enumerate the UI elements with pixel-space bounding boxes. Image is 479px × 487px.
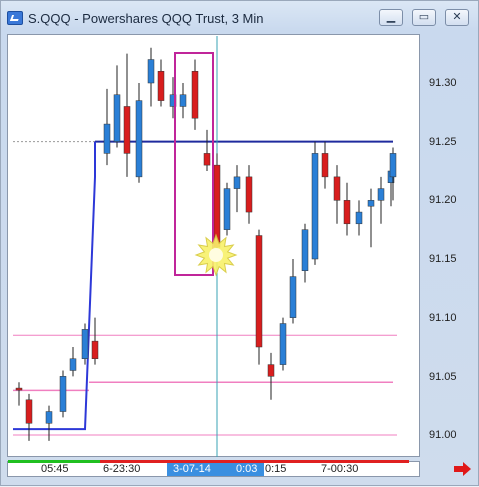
candle-body (355, 211, 363, 225)
trend-line (13, 141, 96, 431)
candle-body (223, 188, 231, 230)
candle-body (203, 153, 211, 166)
candle-body (135, 100, 143, 178)
chart-graphics (8, 36, 409, 463)
candle-body (191, 71, 199, 119)
candle-body (213, 164, 221, 248)
session-marker (100, 460, 409, 463)
candle-body (279, 323, 287, 365)
candle-body (311, 153, 319, 260)
session-marker (8, 460, 100, 463)
candle-body (81, 329, 89, 359)
candle-body (289, 276, 297, 318)
candle-body (255, 235, 263, 348)
candle-body (59, 376, 67, 412)
candle-body (267, 364, 275, 377)
candle-body (367, 200, 375, 207)
candle-body (123, 106, 131, 154)
candle-body (233, 176, 241, 189)
candle-body (15, 387, 23, 391)
candle-body (25, 399, 33, 424)
candle-body (333, 176, 341, 201)
candle-body (301, 229, 309, 271)
star-marker-core (209, 248, 223, 262)
candle-body (103, 123, 111, 154)
candle-body (45, 411, 53, 424)
candle-body (69, 358, 77, 371)
candle-body (91, 340, 99, 359)
candle-body (343, 200, 351, 225)
candle-body (113, 94, 121, 142)
candle-body (321, 153, 329, 178)
candle-body (179, 94, 187, 107)
chart-window: S.QQQ - Powershares QQQ Trust, 3 Min ▁ ▭… (0, 0, 479, 486)
candle-body (389, 153, 397, 178)
candle-body (245, 176, 253, 213)
candle-body (377, 188, 385, 201)
candle-body (157, 71, 165, 101)
candle-body (147, 59, 155, 84)
